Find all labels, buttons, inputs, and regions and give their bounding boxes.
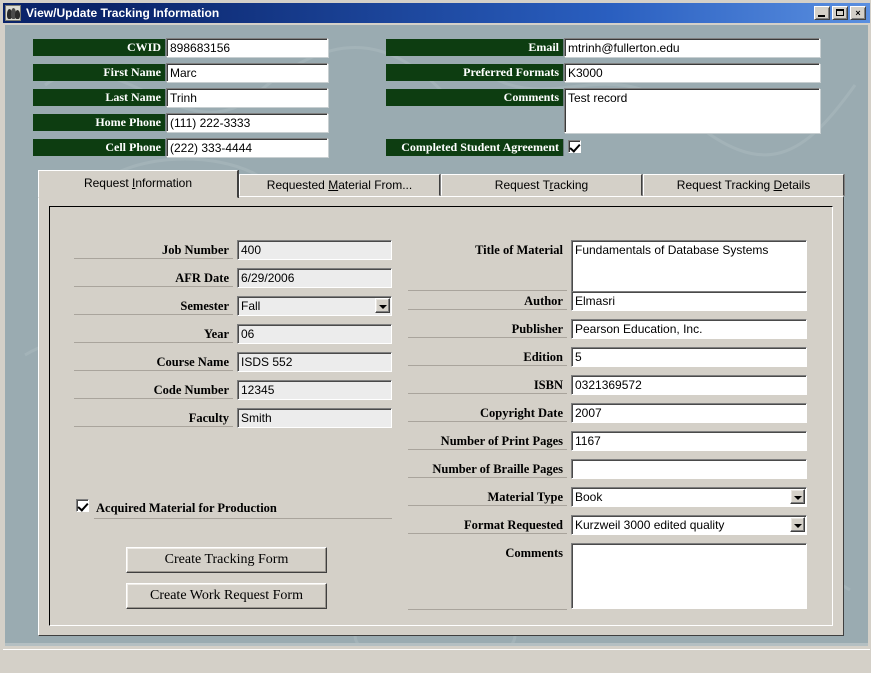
acquired-material-rule <box>94 518 392 519</box>
publisher-input[interactable]: Pearson Education, Inc. <box>571 319 807 339</box>
afr-date-input[interactable]: 6/29/2006 <box>237 268 392 288</box>
tab-request-tracking[interactable]: Request Tracking <box>441 174 642 196</box>
material-comments-input[interactable] <box>571 543 807 609</box>
last-name-label: Last Name <box>33 89 166 106</box>
tab-requested-material-from[interactable]: Requested Material From... <box>239 174 440 196</box>
home-phone-input[interactable]: (111) 222-3333 <box>166 113 328 132</box>
application-window: View/Update Tracking Information × CWID … <box>0 0 871 673</box>
code-number-label: Code Number <box>74 383 233 399</box>
acquired-material-label: Acquired Material for Production <box>96 501 277 515</box>
number-of-print-pages-input[interactable]: 1167 <box>571 431 807 451</box>
title-of-material-input[interactable]: Fundamentals of Database Systems <box>571 240 807 297</box>
number-of-braille-pages-input[interactable] <box>571 459 807 479</box>
first-name-input[interactable]: Marc <box>166 63 328 82</box>
publisher-label: Publisher <box>408 322 567 338</box>
window-title: View/Update Tracking Information <box>26 6 220 20</box>
number-of-braille-pages-label: Number of Braille Pages <box>408 462 567 478</box>
author-label: Author <box>408 294 567 310</box>
minimize-button[interactable] <box>814 6 830 20</box>
form-surface: CWID 898683156 First Name Marc Last Name… <box>5 25 868 646</box>
afr-date-label: AFR Date <box>74 271 233 287</box>
cwid-input[interactable]: 898683156 <box>166 38 328 57</box>
year-input[interactable]: 06 <box>237 324 392 344</box>
cell-phone-label: Cell Phone <box>33 139 166 156</box>
cell-phone-input[interactable]: (222) 333-4444 <box>166 138 328 157</box>
cwid-label: CWID <box>33 39 166 56</box>
format-requested-combo[interactable]: Kurzweil 3000 edited quality <box>571 515 807 535</box>
semester-dropdown-arrow-icon[interactable] <box>375 298 390 313</box>
title-of-material-label: Title of Material <box>408 243 567 291</box>
semester-combo[interactable]: Fall <box>237 296 392 316</box>
copyright-date-label: Copyright Date <box>408 406 567 422</box>
email-input[interactable]: mtrinh@fullerton.edu <box>564 38 820 57</box>
job-number-label: Job Number <box>74 243 233 259</box>
request-information-panel: Job Number 400 AFR Date 6/29/2006 Semest… <box>49 206 833 626</box>
isbn-input[interactable]: 0321369572 <box>571 375 807 395</box>
tab-request-tracking-details[interactable]: Request Tracking Details <box>643 174 844 196</box>
author-input[interactable]: Elmasri <box>571 291 807 311</box>
format-requested-dropdown-arrow-icon[interactable] <box>790 517 805 532</box>
horizontal-scrollbar[interactable] <box>5 643 868 646</box>
copyright-date-input[interactable]: 2007 <box>571 403 807 423</box>
course-name-label: Course Name <box>74 355 233 371</box>
create-work-request-form-button[interactable]: Create Work Request Form <box>126 583 327 609</box>
material-comments-label: Comments <box>408 546 567 610</box>
preferred-formats-input[interactable]: K3000 <box>564 63 820 82</box>
acquired-material-checkbox[interactable] <box>76 499 89 512</box>
job-number-input[interactable]: 400 <box>237 240 392 260</box>
header-comments-input[interactable]: Test record <box>564 88 820 133</box>
tab-request-information[interactable]: Request Information <box>38 170 238 198</box>
status-bar <box>3 649 870 671</box>
semester-label: Semester <box>74 299 233 315</box>
year-label: Year <box>74 327 233 343</box>
number-of-print-pages-label: Number of Print Pages <box>408 434 567 450</box>
code-number-input[interactable]: 12345 <box>237 380 392 400</box>
material-type-combo[interactable]: Book <box>571 487 807 507</box>
tab-control: Request Information Requested Material F… <box>38 170 844 636</box>
isbn-label: ISBN <box>408 378 567 394</box>
close-button[interactable]: × <box>850 6 866 20</box>
tab-page-request-information: Job Number 400 AFR Date 6/29/2006 Semest… <box>38 196 844 636</box>
material-type-label: Material Type <box>408 490 567 506</box>
course-name-input[interactable]: ISDS 552 <box>237 352 392 372</box>
faculty-input[interactable]: Smith <box>237 408 392 428</box>
email-label: Email <box>386 39 564 56</box>
completed-student-agreement-label: Completed Student Agreement <box>386 139 564 156</box>
maximize-button[interactable] <box>832 6 848 20</box>
home-phone-label: Home Phone <box>33 114 166 131</box>
people-group-icon <box>5 5 21 21</box>
last-name-input[interactable]: Trinh <box>166 88 328 107</box>
completed-student-agreement-checkbox[interactable] <box>568 140 581 153</box>
edition-label: Edition <box>408 350 567 366</box>
material-type-dropdown-arrow-icon[interactable] <box>790 489 805 504</box>
format-requested-label: Format Requested <box>408 518 567 534</box>
create-tracking-form-button[interactable]: Create Tracking Form <box>126 547 327 573</box>
first-name-label: First Name <box>33 64 166 81</box>
header-comments-label: Comments <box>386 89 564 106</box>
edition-input[interactable]: 5 <box>571 347 807 367</box>
title-bar[interactable]: View/Update Tracking Information × <box>3 3 870 23</box>
preferred-formats-label: Preferred Formats <box>386 64 564 81</box>
faculty-label: Faculty <box>74 411 233 427</box>
